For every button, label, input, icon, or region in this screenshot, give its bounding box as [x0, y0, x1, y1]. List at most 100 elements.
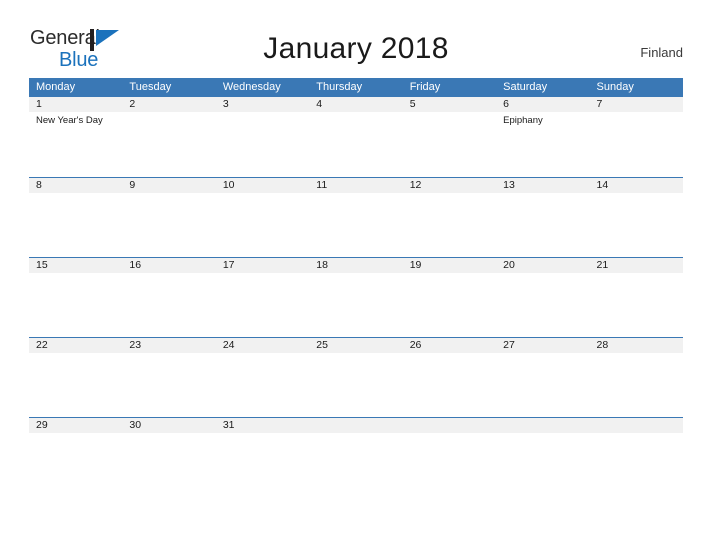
day-cell-empty[interactable] [402, 418, 497, 465]
day-number: 8 [29, 178, 123, 193]
day-cell[interactable]: 8 [29, 178, 123, 257]
day-events [216, 353, 309, 356]
day-cell[interactable]: 17 [215, 258, 310, 337]
day-events [496, 353, 589, 356]
day-number: 9 [122, 178, 216, 193]
day-cell[interactable]: 7 [589, 97, 683, 177]
day-cell[interactable]: 1 New Year's Day [29, 97, 123, 177]
day-events [590, 353, 683, 356]
day-number: 18 [309, 258, 403, 273]
day-events [496, 433, 589, 436]
weekday-header-wednesday: Wednesday [222, 81, 281, 93]
week-row: 8 9 10 11 12 13 14 [29, 177, 683, 257]
day-cell[interactable]: 25 [309, 338, 403, 417]
day-events [122, 273, 215, 276]
day-cell[interactable]: 6 Epiphany [496, 97, 590, 177]
day-events [590, 193, 683, 196]
day-number: 26 [402, 338, 497, 353]
day-cell[interactable]: 31 [215, 418, 310, 465]
weekday-header-tuesday: Tuesday [129, 81, 172, 93]
day-cell[interactable]: 16 [122, 258, 216, 337]
day-cell[interactable]: 12 [402, 178, 497, 257]
day-cell[interactable]: 21 [589, 258, 683, 337]
weekday-header-thursday: Thursday [316, 81, 363, 93]
day-number: 22 [29, 338, 123, 353]
day-number: 2 [122, 97, 216, 112]
weekday-header-saturday: Saturday [503, 81, 548, 93]
day-number: 16 [122, 258, 216, 273]
day-number: 30 [122, 418, 216, 433]
day-number: 14 [589, 178, 683, 193]
day-events [496, 273, 589, 276]
day-cell[interactable]: 28 [589, 338, 683, 417]
day-events [590, 273, 683, 276]
day-number: 31 [215, 418, 310, 433]
day-number: 15 [29, 258, 123, 273]
week-row: 15 16 17 18 19 20 21 [29, 257, 683, 337]
day-number: 11 [309, 178, 403, 193]
day-cell[interactable]: 14 [589, 178, 683, 257]
day-events [309, 193, 402, 196]
day-cell[interactable]: 22 [29, 338, 123, 417]
day-cell-empty[interactable] [309, 418, 403, 465]
day-cell[interactable]: 20 [496, 258, 590, 337]
day-events [122, 193, 215, 196]
day-number: 4 [309, 97, 403, 112]
day-number: 3 [215, 97, 310, 112]
day-events [403, 193, 496, 196]
day-number: 13 [496, 178, 590, 193]
day-cell-empty[interactable] [496, 418, 590, 465]
day-number: 6 [496, 97, 590, 112]
day-events [122, 433, 215, 436]
day-cell[interactable]: 30 [122, 418, 216, 465]
day-cell[interactable]: 23 [122, 338, 216, 417]
day-number [402, 418, 497, 433]
day-cell[interactable]: 11 [309, 178, 403, 257]
day-cell[interactable]: 26 [402, 338, 497, 417]
day-number: 20 [496, 258, 590, 273]
day-number: 1 [29, 97, 123, 112]
day-cell[interactable]: 19 [402, 258, 497, 337]
day-events [29, 193, 122, 196]
day-number: 10 [215, 178, 310, 193]
day-cell-empty[interactable] [589, 418, 683, 465]
day-number: 17 [215, 258, 310, 273]
day-cell[interactable]: 3 [215, 97, 310, 177]
day-cell[interactable]: 15 [29, 258, 123, 337]
day-cell[interactable]: 18 [309, 258, 403, 337]
day-cell[interactable]: 4 [309, 97, 403, 177]
day-number [496, 418, 590, 433]
week-rows: 1 New Year's Day 2 3 4 5 6 Epiphany 7 8 9 10 11 12 13 1… [29, 97, 683, 465]
day-cell[interactable]: 24 [215, 338, 310, 417]
week-row: 22 23 24 25 26 27 28 [29, 337, 683, 417]
day-events [309, 353, 402, 356]
day-cell[interactable]: 5 [402, 97, 497, 177]
day-cell[interactable]: 13 [496, 178, 590, 257]
page-header: General Blue January 2018 Finland [0, 0, 712, 78]
day-events [590, 112, 683, 115]
day-events [309, 433, 402, 436]
day-events: Epiphany [496, 112, 589, 127]
day-events [403, 273, 496, 276]
day-number: 28 [589, 338, 683, 353]
day-cell[interactable]: 10 [215, 178, 310, 257]
day-number: 23 [122, 338, 216, 353]
day-number: 25 [309, 338, 403, 353]
day-events [29, 433, 122, 436]
day-cell[interactable]: 9 [122, 178, 216, 257]
day-events [216, 112, 309, 115]
day-cell[interactable]: 29 [29, 418, 123, 465]
calendar-page: General Blue January 2018 Finland Monday… [0, 0, 712, 550]
day-events [309, 112, 402, 115]
day-events [309, 273, 402, 276]
day-events [216, 273, 309, 276]
day-cell[interactable]: 27 [496, 338, 590, 417]
day-events [496, 193, 589, 196]
day-events [216, 433, 309, 436]
day-number: 24 [215, 338, 310, 353]
day-number [309, 418, 403, 433]
day-cell[interactable]: 2 [122, 97, 216, 177]
day-number: 5 [402, 97, 497, 112]
day-events [403, 433, 496, 436]
day-events [122, 112, 215, 115]
